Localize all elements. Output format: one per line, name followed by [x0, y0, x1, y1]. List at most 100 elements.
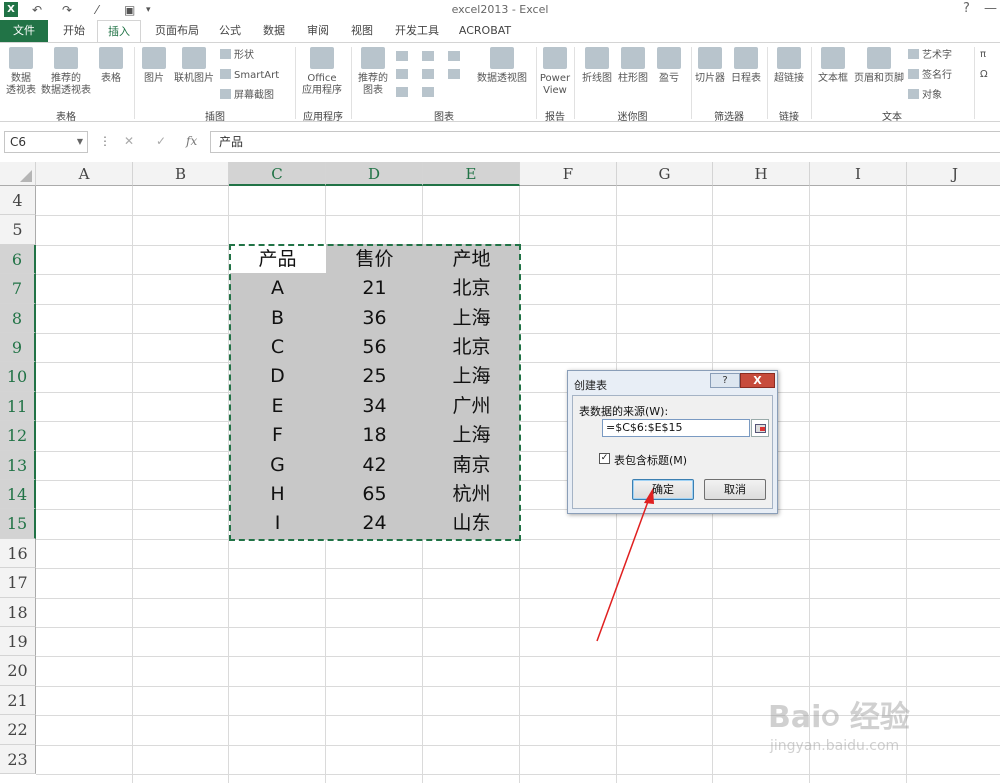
column-header[interactable]: C: [229, 162, 326, 186]
ok-button[interactable]: 确定: [632, 479, 694, 500]
chevron-down-icon[interactable]: ▼: [77, 132, 83, 152]
slicer-button[interactable]: 切片器: [694, 47, 726, 85]
worksheet-grid[interactable]: ABCDEFGHIJ 4 5 6 7 8 9 10 11 12 13 14 15 16 17 18 19 20 2…: [0, 162, 1000, 783]
row-header[interactable]: 12: [0, 421, 36, 451]
confirm-entry-icon[interactable]: ✓: [156, 134, 166, 148]
office-apps-button[interactable]: Office 应用程序: [298, 47, 346, 97]
row-header[interactable]: 18: [0, 597, 36, 627]
picture-button[interactable]: 图片: [138, 47, 170, 85]
office-apps-icon: [310, 47, 334, 69]
pivot-table-button[interactable]: 数据 透视表: [4, 47, 38, 97]
shapes-icon: [220, 49, 231, 59]
row-header[interactable]: 16: [0, 538, 36, 569]
row-header[interactable]: 15: [0, 509, 36, 539]
object-button[interactable]: 对象: [908, 89, 942, 102]
dialog-help-button[interactable]: ?: [710, 373, 740, 388]
row-header[interactable]: 10: [0, 362, 36, 392]
textbox-button[interactable]: 文本框: [815, 47, 851, 85]
has-headers-checkbox[interactable]: ✓: [599, 453, 610, 464]
column-header[interactable]: A: [36, 162, 133, 186]
sparkline-column-button[interactable]: 柱形图: [616, 47, 650, 85]
column-gridline: [132, 186, 133, 783]
row-header[interactable]: 20: [0, 656, 36, 686]
dialog-close-button[interactable]: X: [740, 373, 775, 388]
timeline-button[interactable]: 日程表: [729, 47, 763, 85]
column-header[interactable]: G: [617, 162, 713, 186]
row-header[interactable]: 9: [0, 333, 36, 363]
slicer-icon: [698, 47, 722, 69]
cancel-button[interactable]: 取消: [704, 479, 766, 500]
group-sparklines: 迷你图: [617, 112, 648, 123]
hyperlink-button[interactable]: 超链接: [771, 47, 807, 85]
shapes-button[interactable]: 形状: [220, 49, 254, 62]
baidu-watermark: Bai૦ 经验: [768, 700, 910, 735]
column-header[interactable]: J: [907, 162, 1000, 186]
column-header[interactable]: F: [520, 162, 617, 186]
online-picture-button[interactable]: 联机图片: [172, 47, 216, 85]
marching-ants-border: [229, 244, 521, 541]
smartart-button[interactable]: SmartArt: [220, 69, 279, 82]
row-header[interactable]: 4: [0, 186, 36, 216]
tab-data[interactable]: 数据: [254, 20, 294, 42]
help-button[interactable]: ?: [963, 1, 970, 16]
wordart-icon: [908, 49, 919, 59]
collapse-dialog-button[interactable]: [751, 419, 769, 437]
chart-type-buttons[interactable]: [396, 49, 471, 99]
power-view-button[interactable]: Power View: [538, 47, 572, 97]
range-input[interactable]: =$C$6:$E$15: [602, 419, 750, 437]
tab-insert[interactable]: 插入: [97, 20, 141, 43]
signature-line-button[interactable]: 签名行: [908, 69, 952, 82]
column-header[interactable]: I: [810, 162, 907, 186]
symbol-icon[interactable]: Ω: [980, 69, 988, 81]
recommended-pivot-button[interactable]: 推荐的 数据透视表: [40, 47, 92, 97]
group-separator: [974, 47, 975, 119]
tab-home[interactable]: 开始: [52, 20, 96, 42]
header-footer-button[interactable]: 页眉和页脚: [852, 47, 906, 85]
row-header[interactable]: 17: [0, 568, 36, 598]
column-header[interactable]: E: [423, 162, 520, 186]
row-header[interactable]: 13: [0, 450, 36, 480]
tab-formulas[interactable]: 公式: [210, 20, 250, 42]
tab-acrobat[interactable]: ACROBAT: [452, 20, 518, 42]
column-header[interactable]: H: [713, 162, 810, 186]
sparkline-line-icon: [585, 47, 609, 69]
more-icon[interactable]: ⋮: [99, 134, 111, 148]
tab-review[interactable]: 审阅: [298, 20, 338, 42]
column-header[interactable]: D: [326, 162, 423, 186]
wordart-button[interactable]: 艺术字: [908, 49, 952, 62]
row-header[interactable]: 8: [0, 303, 36, 333]
tab-view[interactable]: 视图: [342, 20, 382, 42]
header-footer-icon: [867, 47, 891, 69]
table-button[interactable]: 表格: [95, 47, 127, 85]
sparkline-winloss-button[interactable]: 盈亏: [654, 47, 684, 85]
tab-developer[interactable]: 开发工具: [388, 20, 446, 42]
row-header[interactable]: 7: [0, 274, 36, 304]
row-header[interactable]: 5: [0, 215, 36, 245]
cancel-entry-icon[interactable]: ✕: [124, 134, 134, 148]
row-header[interactable]: 11: [0, 391, 36, 422]
group-reports: 报告: [545, 112, 565, 123]
sparkline-line-button[interactable]: 折线图: [580, 47, 614, 85]
ribbon: 数据 透视表 推荐的 数据透视表 表格 表格 图片 联机图片 形状 SmartArt…: [0, 42, 1000, 123]
screenshot-button[interactable]: 屏幕截图: [220, 89, 274, 102]
select-all-corner[interactable]: [0, 162, 36, 186]
tab-page-layout[interactable]: 页面布局: [146, 20, 208, 42]
minimize-button[interactable]: —: [984, 1, 997, 16]
tab-file[interactable]: 文件: [0, 20, 48, 42]
equation-icon[interactable]: π: [980, 49, 986, 61]
recommended-charts-button[interactable]: 推荐的 图表: [354, 47, 392, 97]
name-box[interactable]: C6 ▼: [4, 131, 88, 153]
timeline-icon: [734, 47, 758, 69]
row-header[interactable]: 22: [0, 715, 36, 745]
column-header[interactable]: B: [133, 162, 229, 186]
row-header[interactable]: 23: [0, 744, 36, 774]
row-gridline: [36, 215, 1000, 217]
row-header[interactable]: 19: [0, 627, 36, 657]
pivot-chart-button[interactable]: 数据透视图: [474, 47, 530, 85]
row-header[interactable]: 6: [0, 244, 36, 275]
formula-input[interactable]: 产品: [210, 131, 1000, 153]
row-header[interactable]: 14: [0, 480, 36, 510]
row-gridline: [36, 568, 1000, 570]
insert-function-button[interactable]: fx: [186, 134, 197, 148]
row-header[interactable]: 21: [0, 685, 36, 716]
